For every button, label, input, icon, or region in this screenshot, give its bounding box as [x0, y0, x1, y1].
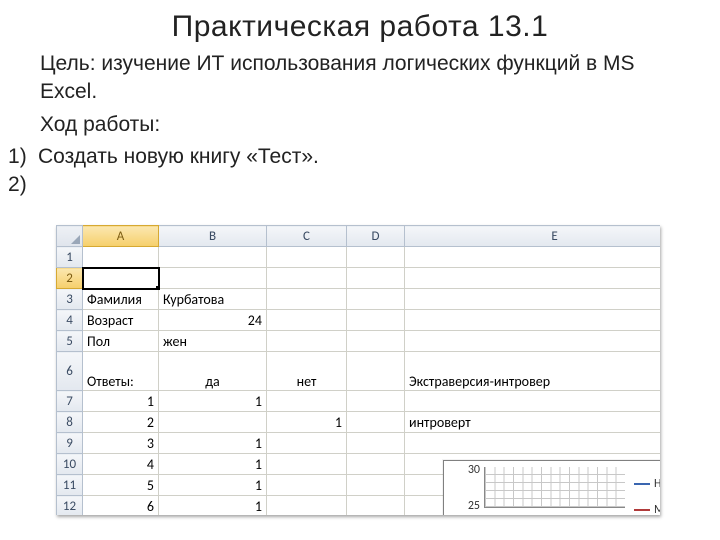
cell-B5[interactable]: жен — [159, 331, 267, 352]
row-header-12[interactable]: 12 — [57, 496, 83, 516]
row-header-3[interactable]: 3 — [57, 289, 83, 310]
chart-legend-2: Меланхолик — [634, 503, 660, 515]
cell-D12[interactable] — [347, 496, 405, 516]
cell-A3[interactable]: Фамилия — [83, 289, 159, 310]
row-header-8[interactable]: 8 — [57, 412, 83, 433]
cell-D1[interactable] — [347, 247, 405, 268]
step-1: Создать новую книгу «Тест». — [14, 143, 720, 171]
cell-C12[interactable] — [267, 496, 347, 516]
cell-A6[interactable]: Ответы: — [83, 352, 159, 391]
cell-E8[interactable]: интроверт — [405, 412, 661, 433]
cell-B11[interactable]: 1 — [159, 475, 267, 496]
excel-screenshot: ABCDE123ФамилияКурбатова4Возраст245Полже… — [56, 225, 660, 515]
cell-A11[interactable]: 5 — [83, 475, 159, 496]
legend-swatch-1 — [634, 483, 650, 485]
cell-C3[interactable] — [267, 289, 347, 310]
cell-C8[interactable]: 1 — [267, 412, 347, 433]
cell-B10[interactable]: 1 — [159, 454, 267, 475]
cell-A10[interactable]: 4 — [83, 454, 159, 475]
cell-A2[interactable] — [83, 268, 159, 289]
flow-heading: Ход работы: — [40, 105, 684, 139]
cell-A9[interactable]: 3 — [83, 433, 159, 454]
cell-A5[interactable]: Пол — [83, 331, 159, 352]
cell-A1[interactable] — [83, 247, 159, 268]
cell-C1[interactable] — [267, 247, 347, 268]
cell-A7[interactable]: 1 — [83, 391, 159, 412]
cell-E3[interactable] — [405, 289, 661, 310]
row-header-5[interactable]: 5 — [57, 331, 83, 352]
goal-text: Цель: изучение ИТ использования логическ… — [40, 50, 684, 105]
col-header-E[interactable]: E — [405, 226, 661, 247]
cell-C11[interactable] — [267, 475, 347, 496]
cell-D11[interactable] — [347, 475, 405, 496]
cell-D8[interactable] — [347, 412, 405, 433]
cell-E9[interactable] — [405, 433, 661, 454]
cell-A12[interactable]: 6 — [83, 496, 159, 516]
cell-D3[interactable] — [347, 289, 405, 310]
cell-C9[interactable] — [267, 433, 347, 454]
chart-legend-1: Нестабиль — [634, 477, 660, 491]
cell-D4[interactable] — [347, 310, 405, 331]
col-header-A[interactable]: A — [83, 226, 159, 247]
cell-B9[interactable]: 1 — [159, 433, 267, 454]
cell-C7[interactable] — [267, 391, 347, 412]
cell-D6[interactable] — [347, 352, 405, 391]
select-all-corner[interactable] — [57, 226, 83, 247]
row-header-10[interactable]: 10 — [57, 454, 83, 475]
row-header-11[interactable]: 11 — [57, 475, 83, 496]
cell-D9[interactable] — [347, 433, 405, 454]
cell-C2[interactable] — [267, 268, 347, 289]
cell-D5[interactable] — [347, 331, 405, 352]
row-header-2[interactable]: 2 — [57, 268, 83, 289]
col-header-D[interactable]: D — [347, 226, 405, 247]
cell-B7[interactable]: 1 — [159, 391, 267, 412]
cell-D10[interactable] — [347, 454, 405, 475]
cell-D2[interactable] — [347, 268, 405, 289]
chart-ytick-30: 30 — [456, 463, 480, 477]
chart-plot-area — [484, 467, 625, 508]
row-header-7[interactable]: 7 — [57, 391, 83, 412]
cell-B12[interactable]: 1 — [159, 496, 267, 516]
chart-ytick-25: 25 — [456, 499, 480, 513]
col-header-C[interactable]: C — [267, 226, 347, 247]
cell-A8[interactable]: 2 — [83, 412, 159, 433]
step-2 — [14, 171, 720, 199]
cell-C5[interactable] — [267, 331, 347, 352]
row-header-6[interactable]: 6 — [57, 352, 83, 391]
cell-B2[interactable] — [159, 268, 267, 289]
cell-C4[interactable] — [267, 310, 347, 331]
cell-B3[interactable]: Курбатова — [159, 289, 267, 310]
cell-C10[interactable] — [267, 454, 347, 475]
slide-title: Практическая работа 13.1 — [0, 0, 720, 50]
cell-C6[interactable]: нет — [267, 352, 347, 391]
cell-B8[interactable] — [159, 412, 267, 433]
cell-B6[interactable]: да — [159, 352, 267, 391]
cell-E6[interactable]: Экстраверсия-интровер — [405, 352, 661, 391]
cell-B1[interactable] — [159, 247, 267, 268]
col-header-B[interactable]: B — [159, 226, 267, 247]
cell-E4[interactable] — [405, 310, 661, 331]
row-header-4[interactable]: 4 — [57, 310, 83, 331]
cell-E2[interactable] — [405, 268, 661, 289]
embedded-chart[interactable]: 30 25 Нестабиль Меланхолик — [443, 460, 660, 515]
cell-E1[interactable] — [405, 247, 661, 268]
row-header-1[interactable]: 1 — [57, 247, 83, 268]
cell-E7[interactable] — [405, 391, 661, 412]
cell-B4[interactable]: 24 — [159, 310, 267, 331]
legend-swatch-2 — [634, 509, 650, 511]
cell-E5[interactable] — [405, 331, 661, 352]
row-header-9[interactable]: 9 — [57, 433, 83, 454]
cell-A4[interactable]: Возраст — [83, 310, 159, 331]
cell-D7[interactable] — [347, 391, 405, 412]
